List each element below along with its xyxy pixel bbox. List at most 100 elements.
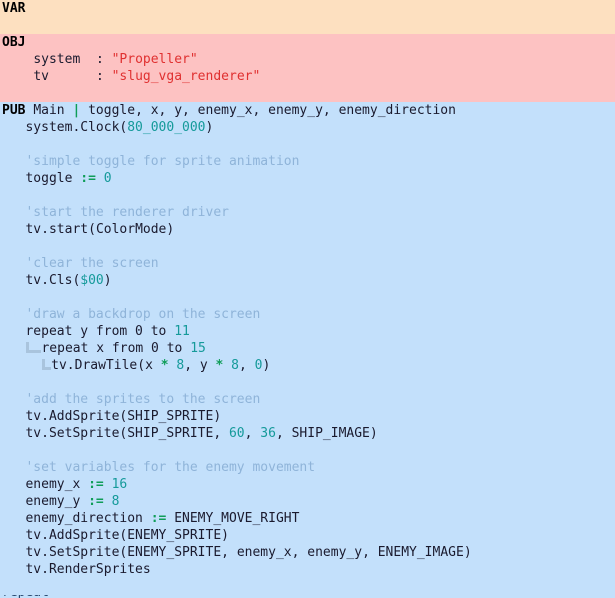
arg-clear-color: $00 <box>80 273 104 288</box>
arg-enemy-sprite: ENEMY_SPRITE <box>127 528 222 543</box>
variable-toggle: toggle <box>25 171 73 186</box>
code-line-drawtile[interactable]: tv.DrawTile(x * 8, y * 8, 0) <box>0 357 615 374</box>
code-line-toggle-assign[interactable]: toggle := 0 <box>0 170 615 187</box>
code-editor[interactable]: VAR OBJ system : "Propeller" tv : "slug_… <box>0 0 615 598</box>
call-system-clock: system.Clock <box>25 120 120 135</box>
comment-text: 'start the renderer driver <box>25 205 229 220</box>
clock-frequency-value: 80_000_000 <box>127 120 206 135</box>
code-line-obj-tv[interactable]: tv : "slug_vga_renderer" <box>0 68 615 85</box>
code-line-pub-signature[interactable]: PUB Main | toggle, x, y, enemy_x, enemy_… <box>0 102 615 119</box>
call-tv-start: tv.start <box>25 222 89 237</box>
method-name: Main <box>33 103 65 118</box>
arg-enemy-x: enemy_x <box>236 545 292 560</box>
obj-entry-value: "Propeller" <box>111 52 198 67</box>
indent-guide-icon <box>25 342 42 353</box>
call-tv-addsprite: tv.AddSprite <box>25 409 120 424</box>
code-line-comment[interactable]: 'set variables for the enemy movement <box>0 459 615 476</box>
code-line-add-enemy-sprite[interactable]: tv.AddSprite(ENEMY_SPRITE) <box>0 527 615 544</box>
code-line-enemy-y-assign[interactable]: enemy_y := 8 <box>0 493 615 510</box>
comment-text: 'set variables for the enemy movement <box>25 460 316 475</box>
code-line-blank[interactable] <box>0 238 615 255</box>
code-line-blank[interactable] <box>0 187 615 204</box>
arg-ship-image: SHIP_IMAGE <box>291 426 370 441</box>
obj-entry-name: tv <box>33 69 49 84</box>
enemy-y-value: 8 <box>111 494 120 509</box>
arg-ship-y: 36 <box>260 426 276 441</box>
enemy-direction-value: ENEMY_MOVE_RIGHT <box>174 511 300 526</box>
call-tv-cls: tv.Cls <box>25 273 73 288</box>
code-line-enemy-direction-assign[interactable]: enemy_direction := ENEMY_MOVE_RIGHT <box>0 510 615 527</box>
comment-text: 'add the sprites to the screen <box>25 392 261 407</box>
code-line-blank[interactable] <box>0 85 615 102</box>
assign-operator: := <box>150 511 167 526</box>
code-line-var-keyword[interactable]: VAR <box>0 0 615 17</box>
keyword-obj: OBJ <box>2 35 26 50</box>
code-line-comment[interactable]: 'clear the screen <box>0 255 615 272</box>
indent-guide-icon <box>41 359 52 370</box>
arg-ship-sprite: SHIP_SPRITE <box>127 409 214 424</box>
code-line-repeat-y[interactable]: repeat y from 0 to 11 <box>0 323 615 340</box>
assign-operator: := <box>88 477 104 492</box>
arg-enemy-sprite: ENEMY_SPRITE <box>127 545 222 560</box>
keyword-pub: PUB <box>2 103 26 118</box>
obj-entry-pad <box>80 52 96 67</box>
code-line-set-enemy-sprite[interactable]: tv.SetSprite(ENEMY_SPRITE, enemy_x, enem… <box>0 544 615 561</box>
arg-enemy-y: enemy_y <box>307 545 363 560</box>
var-block: VAR <box>0 0 615 34</box>
keyword-var: VAR <box>2 1 26 16</box>
arg-ship-x: 60 <box>228 426 245 441</box>
code-line-repeat-x[interactable]: repeat x from 0 to 15 <box>0 340 615 357</box>
obj-entry-name: system <box>33 52 81 67</box>
code-line-add-ship-sprite[interactable]: tv.AddSprite(SHIP_SPRITE) <box>0 408 615 425</box>
call-tv-addsprite: tv.AddSprite <box>25 528 120 543</box>
variable-enemy-direction: enemy_direction <box>25 511 143 526</box>
loop-y-limit: 11 <box>174 324 190 339</box>
obj-block: OBJ system : "Propeller" tv : "slug_vga_… <box>0 34 615 102</box>
obj-entry-colon: : <box>95 52 104 67</box>
code-line-comment[interactable]: 'start the renderer driver <box>0 204 615 221</box>
code-line-comment[interactable]: 'add the sprites to the screen <box>0 391 615 408</box>
code-line-blank[interactable] <box>0 289 615 306</box>
method-params: toggle, x, y, enemy_x, enemy_y, enemy_di… <box>88 103 456 118</box>
code-line-clock[interactable]: system.Clock(80_000_000) <box>0 119 615 136</box>
call-tv-drawtile: tv.DrawTile <box>51 358 138 373</box>
code-line-obj-system[interactable]: system : "Propeller" <box>0 51 615 68</box>
comment-text: 'draw a backdrop on the screen <box>25 307 261 322</box>
code-line-tv-start[interactable]: tv.start(ColorMode) <box>0 221 615 238</box>
code-line-blank[interactable] <box>0 578 615 595</box>
code-line-blank[interactable] <box>0 136 615 153</box>
loop-repeat-y: repeat y from 0 to <box>25 324 167 339</box>
arg-tile-height: 8 <box>231 358 239 373</box>
arg-enemy-image: ENEMY_IMAGE <box>377 545 464 560</box>
assign-operator: := <box>80 171 96 186</box>
code-line-render-sprites[interactable]: tv.RenderSprites <box>0 561 615 578</box>
comment-text: 'simple toggle for sprite animation <box>25 154 300 169</box>
loop-x-limit: 15 <box>190 341 206 356</box>
code-line-obj-keyword[interactable]: OBJ <box>0 34 615 51</box>
call-tv-setsprite: tv.SetSprite <box>25 426 120 441</box>
obj-entry-pad <box>49 69 96 84</box>
multiply-operator: * <box>160 358 169 373</box>
loop-repeat-x: repeat x from 0 to <box>41 341 183 356</box>
code-line-comment[interactable]: 'simple toggle for sprite animation <box>0 153 615 170</box>
code-line-blank[interactable] <box>0 442 615 459</box>
arg-x: x <box>145 358 153 373</box>
variable-enemy-x: enemy_x <box>25 477 81 492</box>
code-line-blank[interactable] <box>0 17 615 34</box>
code-line-comment[interactable]: 'draw a backdrop on the screen <box>0 306 615 323</box>
call-tv-setsprite: tv.SetSprite <box>25 545 120 560</box>
arg-ship-sprite: SHIP_SPRITE <box>127 426 214 441</box>
call-tv-rendersprites: tv.RenderSprites <box>25 562 151 577</box>
pub-block: PUB Main | toggle, x, y, enemy_x, enemy_… <box>0 102 615 598</box>
code-line-set-ship-sprite[interactable]: tv.SetSprite(SHIP_SPRITE, 60, 36, SHIP_I… <box>0 425 615 442</box>
code-line-tv-cls[interactable]: tv.Cls($00) <box>0 272 615 289</box>
comment-text: 'clear the screen <box>25 256 159 271</box>
arg-colormode: ColorMode <box>95 222 167 237</box>
code-line-enemy-x-assign[interactable]: enemy_x := 16 <box>0 476 615 493</box>
variable-enemy-y: enemy_y <box>25 494 81 509</box>
assign-operator: := <box>88 494 104 509</box>
obj-entry-value: "slug_vga_renderer" <box>111 69 261 84</box>
code-line-blank[interactable] <box>0 374 615 391</box>
toggle-value: 0 <box>103 171 112 186</box>
arg-y: y <box>199 358 208 373</box>
